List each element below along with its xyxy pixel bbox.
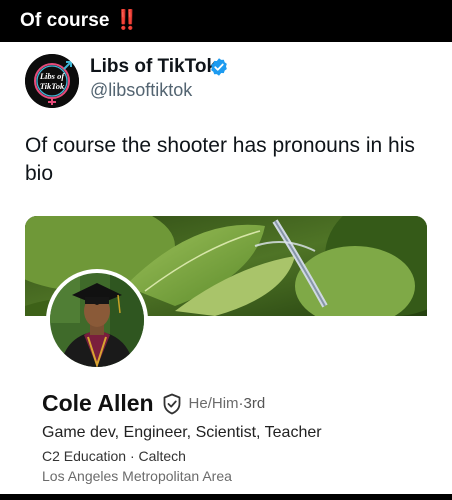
story-title-text: Of course xyxy=(20,10,110,31)
connection-degree: 3rd xyxy=(243,395,266,412)
pronouns: He/Him xyxy=(188,395,239,412)
profile-headline: Game dev, Engineer, Scientist, Teacher xyxy=(42,424,322,441)
graduate-photo xyxy=(50,273,144,367)
author-avatar[interactable]: Libs of TikTok xyxy=(25,54,79,108)
tweet-card: Libs of TikTok Libs of TikTok @libsoftik… xyxy=(0,42,452,494)
verified-badge-icon xyxy=(211,58,227,76)
profile-name-row: Cole Allen He/Him · 3rd xyxy=(42,390,265,416)
bottom-bar xyxy=(0,494,452,500)
shield-check-icon xyxy=(163,393,181,414)
profile-education: C2 Education · Caltech xyxy=(42,448,186,464)
author-handle[interactable]: @libsoftiktok xyxy=(90,80,192,101)
tweet-text: Of course the shooter has pronouns in hi… xyxy=(25,134,415,185)
story-title: Of course ‼️ xyxy=(20,8,139,32)
profile-avatar[interactable] xyxy=(46,269,148,371)
story-header: Of course ‼️ xyxy=(0,0,452,42)
author-name[interactable]: Libs of TikTok xyxy=(90,56,217,78)
profile-location: Los Angeles Metropolitan Area xyxy=(42,468,232,484)
profile-name[interactable]: Cole Allen xyxy=(42,390,154,417)
libs-of-tiktok-logo: Libs of TikTok xyxy=(25,54,79,108)
logo-text-line2: TikTok xyxy=(40,81,65,91)
double-exclamation-icon: ‼️ xyxy=(114,10,139,31)
logo-text-line1: Libs of xyxy=(39,71,65,81)
